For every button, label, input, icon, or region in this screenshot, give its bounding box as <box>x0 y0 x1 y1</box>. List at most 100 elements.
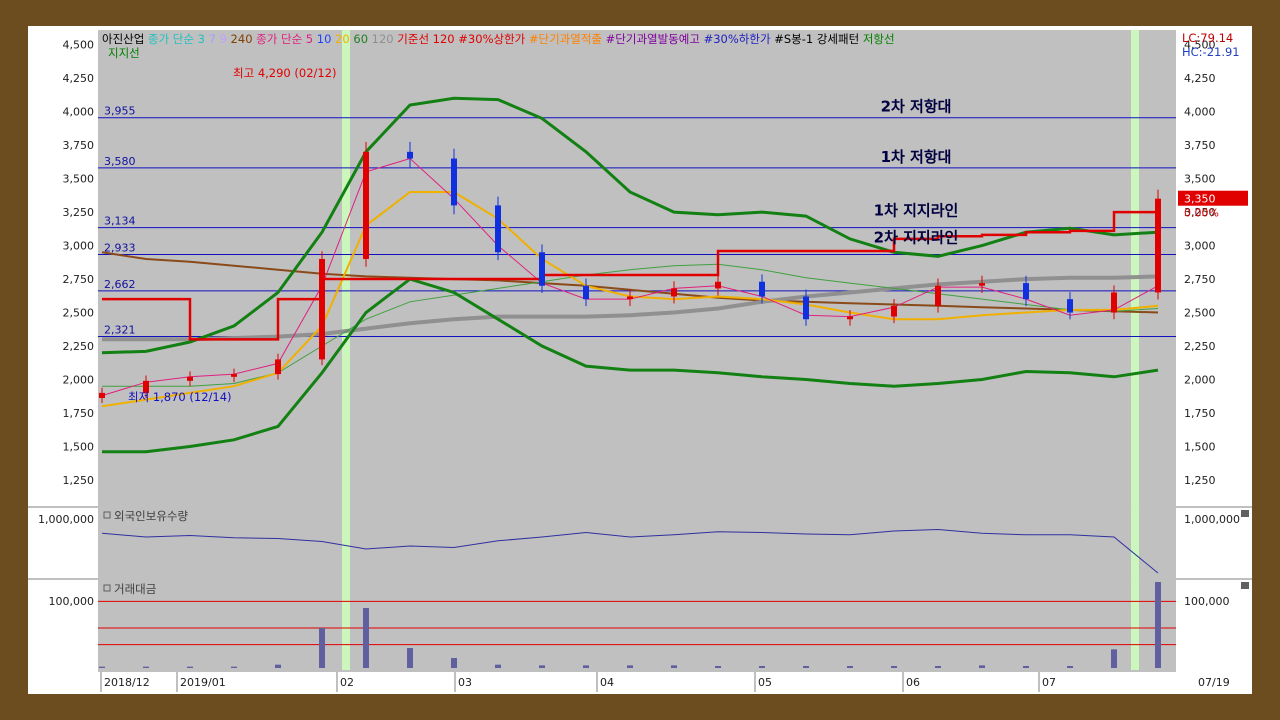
candle-body <box>231 374 237 377</box>
highlight-band-jul <box>1131 30 1139 670</box>
chart-annotation: 1차 저항대 <box>881 148 952 166</box>
y-tick-label-left: 1,750 <box>63 407 95 420</box>
chart-annotation: 2차 저항대 <box>881 98 952 116</box>
legend-item: #30%상한가 <box>455 32 526 46</box>
volume-bar <box>803 666 809 668</box>
legend-item: #30%하한가 <box>700 32 771 46</box>
candle-body <box>451 158 457 206</box>
y-tick-label-right: 2,750 <box>1184 273 1216 286</box>
y-tick-label-right: 1,500 <box>1184 440 1216 453</box>
y-tick-label-left: 3,750 <box>63 139 95 152</box>
candle-body <box>715 281 721 289</box>
x-tick-label: 05 <box>758 676 772 689</box>
candle-body <box>275 359 281 375</box>
y-tick-label-left: 3,250 <box>63 206 95 219</box>
candle-body <box>1023 283 1029 300</box>
stock-chart[interactable]: 1,250 1,250 1,500 1,500 1,750 1,750 2,000 2,000… <box>28 26 1252 694</box>
volume-bar <box>847 666 853 668</box>
legend-item: 7 <box>205 32 216 46</box>
candle-body <box>583 285 589 300</box>
legend-item: 기준선 120 <box>394 32 455 46</box>
y-tick-label-right: 4,250 <box>1184 72 1216 85</box>
hc-readout: HC:-21.91 <box>1182 45 1240 59</box>
legend-line2: 지지선 <box>108 46 140 60</box>
volume-bar <box>891 666 897 668</box>
candle-body <box>979 283 985 286</box>
candle-body <box>847 316 853 320</box>
candle-body <box>1067 299 1073 313</box>
foreign-pane-bg <box>98 508 1176 578</box>
legend-item: 저항선 <box>859 32 894 46</box>
x-tick-label: 06 <box>906 676 920 689</box>
y-tick-label-right: 3,750 <box>1184 139 1216 152</box>
chart-annotation: 최고 4,290 (02/12) <box>233 66 337 80</box>
y-tick-label-right: 1,250 <box>1184 474 1216 487</box>
volume-bar <box>1111 649 1117 668</box>
candle-body <box>99 392 105 398</box>
y-tick-label-right: 2,250 <box>1184 340 1216 353</box>
level-label: 2,662 <box>104 278 136 291</box>
x-tick-label: 07/19 <box>1198 676 1230 689</box>
legend-item: 120 <box>368 32 394 46</box>
volume-pane-bg <box>98 580 1176 670</box>
volume-bar <box>99 666 105 668</box>
y-tick-label-left: 2,750 <box>63 273 95 286</box>
y-tick-label-right: 2,000 <box>1184 373 1216 386</box>
volume-bar <box>1155 582 1161 668</box>
level-label: 3,134 <box>104 215 136 228</box>
legend-item: #단기과열적출 <box>525 32 602 46</box>
x-tick-label: 2019/01 <box>180 676 226 689</box>
y-tick-label-left: 3,500 <box>63 173 95 186</box>
candle-body <box>539 252 545 286</box>
candle-body <box>187 376 193 381</box>
foreign-y-tick-right: 1,000,000 <box>1184 513 1240 526</box>
foreign-pane-close-icon[interactable] <box>1241 510 1249 517</box>
x-tick-label: 02 <box>340 676 354 689</box>
volume-bar <box>759 666 765 668</box>
volume-bar <box>935 666 941 668</box>
last-price-change: 0.00% <box>1184 207 1219 220</box>
candle-body <box>759 281 765 297</box>
y-tick-label-left: 4,250 <box>63 72 95 85</box>
legend-item: #S봉-1 강세패턴 <box>771 32 860 46</box>
x-tick-label: 07 <box>1042 676 1056 689</box>
volume-bar <box>1023 666 1029 668</box>
y-tick-label-left: 2,500 <box>63 307 95 320</box>
y-tick-label-left: 2,000 <box>63 373 95 386</box>
volume-bar <box>539 665 545 668</box>
y-tick-label-right: 3,000 <box>1184 240 1216 253</box>
volume-bar <box>715 666 721 668</box>
volume-bar <box>143 666 149 668</box>
candle-body <box>1111 292 1117 313</box>
y-tick-label-left: 3,000 <box>63 240 95 253</box>
volume-bar <box>187 666 193 668</box>
volume-bar <box>275 664 281 668</box>
last-price-label: 3,350 <box>1184 193 1216 206</box>
legend-item: 9 <box>216 32 227 46</box>
window-frame: 1,250 1,250 1,500 1,500 1,750 1,750 2,000 2,000… <box>0 0 1280 720</box>
y-tick-label-left: 1,250 <box>63 474 95 487</box>
chart-legend: 아진산업 종가 단순 3 7 9 240 종가 단순 5 10 20 60 12… <box>102 32 895 46</box>
level-label: 3,580 <box>104 155 136 168</box>
lc-readout: LC:79.14 <box>1182 31 1233 45</box>
y-tick-label-left: 2,250 <box>63 340 95 353</box>
highlight-band-feb <box>342 30 350 670</box>
legend-item: 240 <box>227 32 253 46</box>
candle-body <box>319 258 325 360</box>
volume-y-tick-left: 100,000 <box>49 595 95 608</box>
legend-item: #단기과열발동예고 <box>602 32 700 46</box>
legend-item: 20 <box>331 32 349 46</box>
candle-body <box>935 285 941 306</box>
volume-pane-title: 거래대금 <box>114 582 156 596</box>
volume-pane-close-icon[interactable] <box>1241 582 1249 589</box>
y-tick-label-right: 3,500 <box>1184 173 1216 186</box>
volume-bar <box>627 665 633 668</box>
x-tick-label: 2018/12 <box>104 676 150 689</box>
legend-item: 10 <box>313 32 331 46</box>
y-tick-label-right: 1,750 <box>1184 407 1216 420</box>
candle-body <box>891 305 897 317</box>
volume-bar <box>671 665 677 668</box>
legend-item: 종가 단순 5 <box>253 32 314 46</box>
x-tick-label: 04 <box>600 676 614 689</box>
foreign-y-tick-left: 1,000,000 <box>38 513 94 526</box>
